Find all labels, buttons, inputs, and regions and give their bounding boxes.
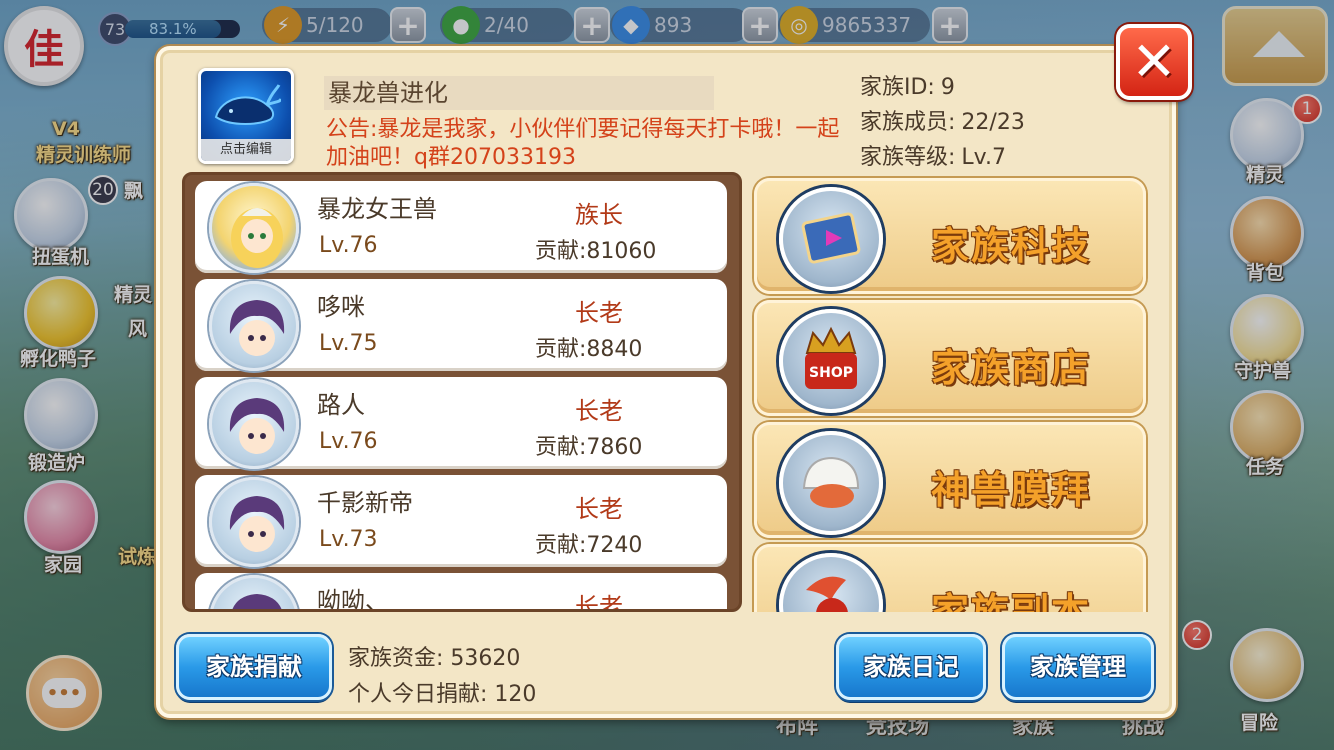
member-level: Lv.76 — [319, 429, 378, 454]
member-row[interactable]: 千影新帝 Lv.73 长老 贡献:7240 — [195, 475, 727, 567]
close-icon: ✕ — [1131, 30, 1177, 93]
member-row[interactable]: 哆咪 Lv.75 长老 贡献:8840 — [195, 279, 727, 371]
tech-book-icon — [779, 187, 883, 291]
member-row[interactable]: 路人 Lv.76 长老 贡献:7860 — [195, 377, 727, 469]
purple-hair-boy-icon — [229, 496, 285, 552]
member-level: Lv.76 — [319, 233, 378, 258]
family-dungeon-label: 家族副本 — [931, 590, 1092, 612]
family-dialog: 点击编辑 暴龙兽进化 公告:暴龙是我家，小伙伴们要记得每天打卡哦！一起加油吧！q… — [156, 46, 1176, 718]
member-rank: 长老 — [575, 495, 623, 523]
member-contribution: 贡献:8840 — [535, 337, 643, 362]
family-members-label: 家族成员: — [860, 110, 956, 135]
member-name: 路人 — [317, 391, 365, 419]
family-manage-button[interactable]: 家族管理 — [1002, 634, 1154, 700]
blonde-girl-icon — [231, 208, 283, 268]
member-rank: 长老 — [575, 397, 623, 425]
member-level: Lv.73 — [319, 527, 378, 552]
family-id-row: 家族ID: 9 — [860, 70, 1025, 105]
family-name: 暴龙兽进化 — [324, 76, 714, 110]
member-rank: 族长 — [575, 201, 623, 229]
close-button[interactable]: ✕ — [1116, 24, 1192, 100]
member-name: 暴龙女王兽 — [317, 195, 437, 223]
member-list[interactable]: 暴龙女王兽 Lv.76 族长 贡献:81060 哆咪 Lv.75 长老 贡献:8… — [182, 172, 742, 612]
family-shop-label: 家族商店 — [931, 346, 1092, 390]
family-level-row: 家族等级: Lv.7 — [860, 140, 1025, 175]
family-level-label: 家族等级: — [860, 145, 956, 170]
member-rank: 长老 — [575, 299, 623, 327]
member-contribution: 贡献:7860 — [535, 435, 643, 460]
family-shop-button[interactable]: SHOP 家族商店 — [754, 300, 1146, 416]
today-donation-label: 个人今日捐献: — [348, 682, 488, 707]
edit-logo-caption: 点击编辑 — [201, 139, 291, 161]
today-donation-value: 120 — [494, 682, 537, 707]
family-info: 家族ID: 9 家族成员: 22/23 家族等级: Lv.7 — [860, 70, 1025, 175]
beast-worship-label: 神兽膜拜 — [931, 468, 1092, 512]
member-name: 哆咪 — [317, 293, 365, 321]
family-id-value: 9 — [940, 75, 955, 100]
family-fund-label: 家族资金: — [348, 646, 444, 671]
family-dungeon-button[interactable]: 家族副本 — [754, 544, 1146, 612]
family-fund-value: 53620 — [450, 646, 521, 671]
svg-text:SHOP: SHOP — [809, 365, 853, 381]
member-avatar — [209, 575, 299, 609]
family-tech-label: 家族科技 — [931, 224, 1092, 268]
today-donation: 个人今日捐献: 120 — [348, 676, 536, 708]
family-announcement[interactable]: 公告:暴龙是我家，小伙伴们要记得每天打卡哦！一起加油吧！q群207033193 — [326, 116, 846, 172]
whale-icon — [214, 84, 281, 125]
member-avatar — [209, 379, 299, 469]
member-contribution: 贡献:81060 — [535, 239, 657, 264]
member-avatar — [209, 477, 299, 567]
member-level: Lv.75 — [319, 331, 378, 356]
purple-hair-boy-icon — [232, 594, 282, 609]
family-tech-button[interactable]: 家族科技 — [754, 178, 1146, 294]
member-avatar — [209, 281, 299, 371]
member-row[interactable]: 暴龙女王兽 Lv.76 族长 贡献:81060 — [195, 181, 727, 273]
family-level-value: Lv.7 — [961, 145, 1006, 170]
family-members-row: 家族成员: 22/23 — [860, 105, 1025, 140]
beast-helmet-icon — [779, 431, 883, 535]
donate-button[interactable]: 家族捐献 — [176, 634, 332, 700]
family-logo[interactable]: 点击编辑 — [198, 68, 294, 164]
member-rank: 长老 — [575, 593, 623, 612]
family-members-value: 22/23 — [961, 110, 1025, 135]
member-name: 千影新帝 — [317, 489, 413, 517]
family-diary-button[interactable]: 家族日记 — [836, 634, 986, 700]
member-name: 呦呦、 — [317, 587, 389, 612]
beast-worship-button[interactable]: 神兽膜拜 — [754, 422, 1146, 538]
purple-hair-boy-icon — [229, 300, 285, 356]
family-id-label: 家族ID: — [860, 75, 935, 100]
winged-dungeon-icon — [779, 553, 883, 612]
member-contribution: 贡献:7240 — [535, 533, 643, 558]
function-list[interactable]: 家族科技 SHOP 家族商店 神兽膜拜 家族副本 — [750, 172, 1150, 612]
shop-crown-icon: SHOP — [779, 309, 883, 413]
family-fund: 家族资金: 53620 — [348, 640, 520, 672]
purple-hair-boy-icon — [229, 398, 285, 454]
member-avatar — [209, 183, 299, 273]
member-row[interactable]: 呦呦、 长老 — [195, 573, 727, 612]
